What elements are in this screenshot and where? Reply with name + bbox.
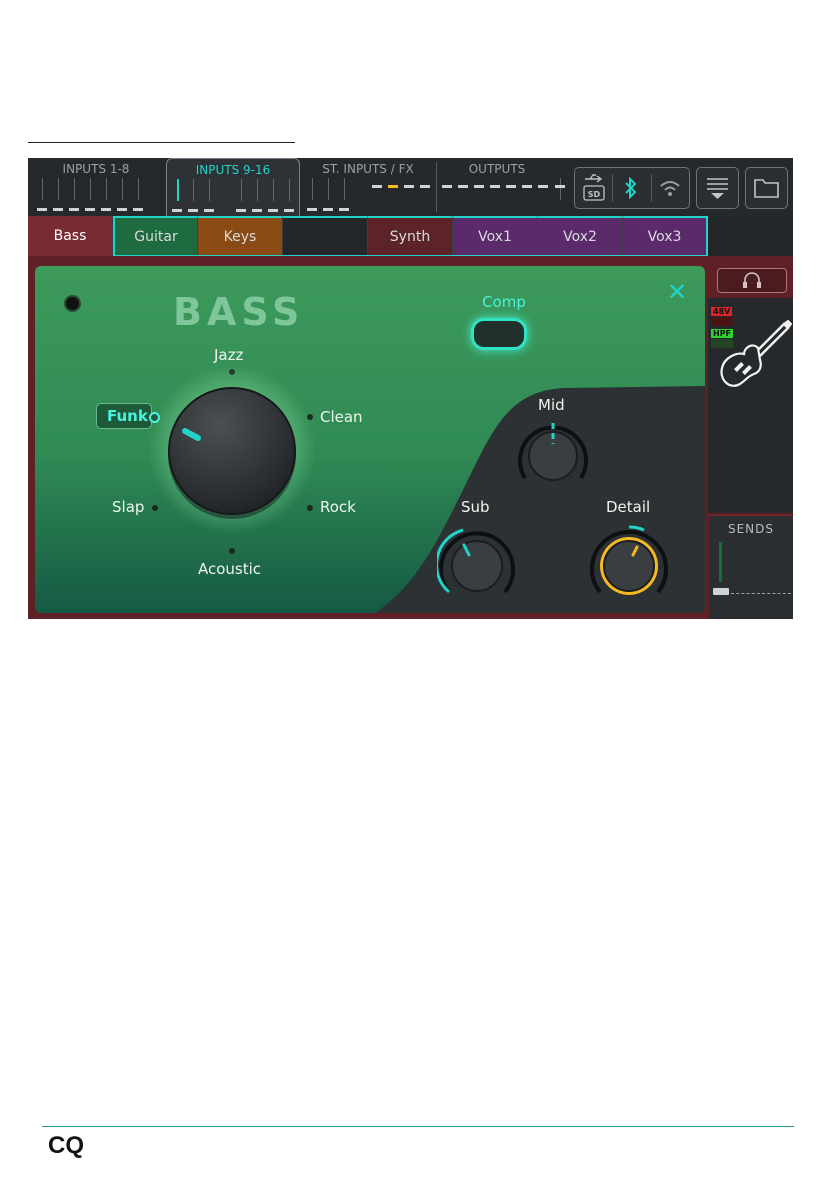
comp-label: Comp [482, 293, 526, 311]
section-st-inputs-fx[interactable]: ST. INPUTS / FX [300, 158, 436, 216]
preset-funk-selected[interactable]: Funk [96, 403, 152, 429]
close-icon[interactable]: ✕ [667, 278, 687, 306]
preset-acoustic[interactable]: Acoustic [198, 560, 261, 578]
section-inputs-1-8[interactable]: INPUTS 1-8 [28, 158, 164, 216]
channel-tabs: Bass Guitar Keys Synth Vox1 Vox2 Vox3 [28, 216, 793, 256]
folder-button[interactable] [745, 167, 788, 209]
tab-bass[interactable]: Bass [28, 216, 113, 256]
preset-dot [229, 548, 235, 554]
detail-knob[interactable] [588, 522, 670, 604]
headphone-button[interactable] [717, 268, 787, 293]
preset-clean[interactable]: Clean [320, 408, 363, 426]
preset-rock[interactable]: Rock [320, 498, 356, 516]
tab-vox3[interactable]: Vox3 [623, 216, 708, 256]
heading-rule [28, 142, 295, 143]
headphone-icon [743, 272, 761, 288]
tab-vox1[interactable]: Vox1 [453, 216, 538, 256]
sub-label: Sub [461, 498, 490, 516]
mid-knob[interactable] [513, 416, 593, 496]
section-label: INPUTS 1-8 [62, 162, 130, 176]
section-label: INPUTS 9-16 [195, 163, 271, 177]
sends-label: SENDS [727, 522, 775, 536]
folder-icon [754, 179, 779, 198]
section-inputs-9-16[interactable]: INPUTS 9-16 [166, 158, 300, 217]
section-outputs[interactable]: OUTPUTS [438, 158, 568, 216]
detail-label: Detail [606, 498, 651, 516]
preset-slap[interactable]: Slap [112, 498, 144, 516]
tab-vox2[interactable]: Vox2 [538, 216, 623, 256]
connectivity-group: SD [574, 167, 690, 209]
section-label: ST. INPUTS / FX [322, 162, 414, 176]
tab-keys[interactable]: Keys [198, 216, 283, 256]
wifi-icon[interactable] [659, 179, 681, 197]
menu-button[interactable] [696, 167, 739, 209]
menu-icon [707, 178, 728, 199]
sends-fader-cap[interactable] [713, 588, 729, 595]
top-bar: INPUTS 1-8 INPUTS 9-16 ST. INPUTS / FX O… [28, 158, 793, 217]
badge-48v[interactable]: 48V [711, 307, 733, 316]
tab-empty[interactable] [283, 216, 368, 256]
mixer-screen: INPUTS 1-8 INPUTS 9-16 ST. INPUTS / FX O… [28, 158, 793, 619]
tab-synth[interactable]: Synth [368, 216, 453, 256]
comp-toggle[interactable] [471, 318, 527, 350]
usb-icon[interactable]: SD [581, 172, 607, 204]
preset-jazz[interactable]: Jazz [214, 346, 243, 364]
sends-panel: SENDS [709, 515, 793, 619]
channel-strip: 48V HPF [708, 298, 793, 513]
footer-rule [42, 1126, 794, 1127]
bass-amp-panel: BASS ✕ Comp Jazz Clean Rock Acoustic Sla… [35, 266, 705, 613]
sub-knob[interactable] [437, 522, 517, 602]
bass-guitar-icon [720, 319, 792, 387]
svg-text:SD: SD [588, 190, 601, 199]
panel-title: BASS [173, 290, 305, 334]
preset-knob[interactable] [147, 364, 317, 534]
tab-guitar[interactable]: Guitar [113, 216, 198, 256]
bluetooth-icon[interactable] [623, 177, 639, 199]
section-label: OUTPUTS [468, 162, 526, 176]
mid-label: Mid [538, 396, 565, 414]
cq-logo: CQ [48, 1132, 84, 1159]
panel-screw [66, 297, 79, 310]
